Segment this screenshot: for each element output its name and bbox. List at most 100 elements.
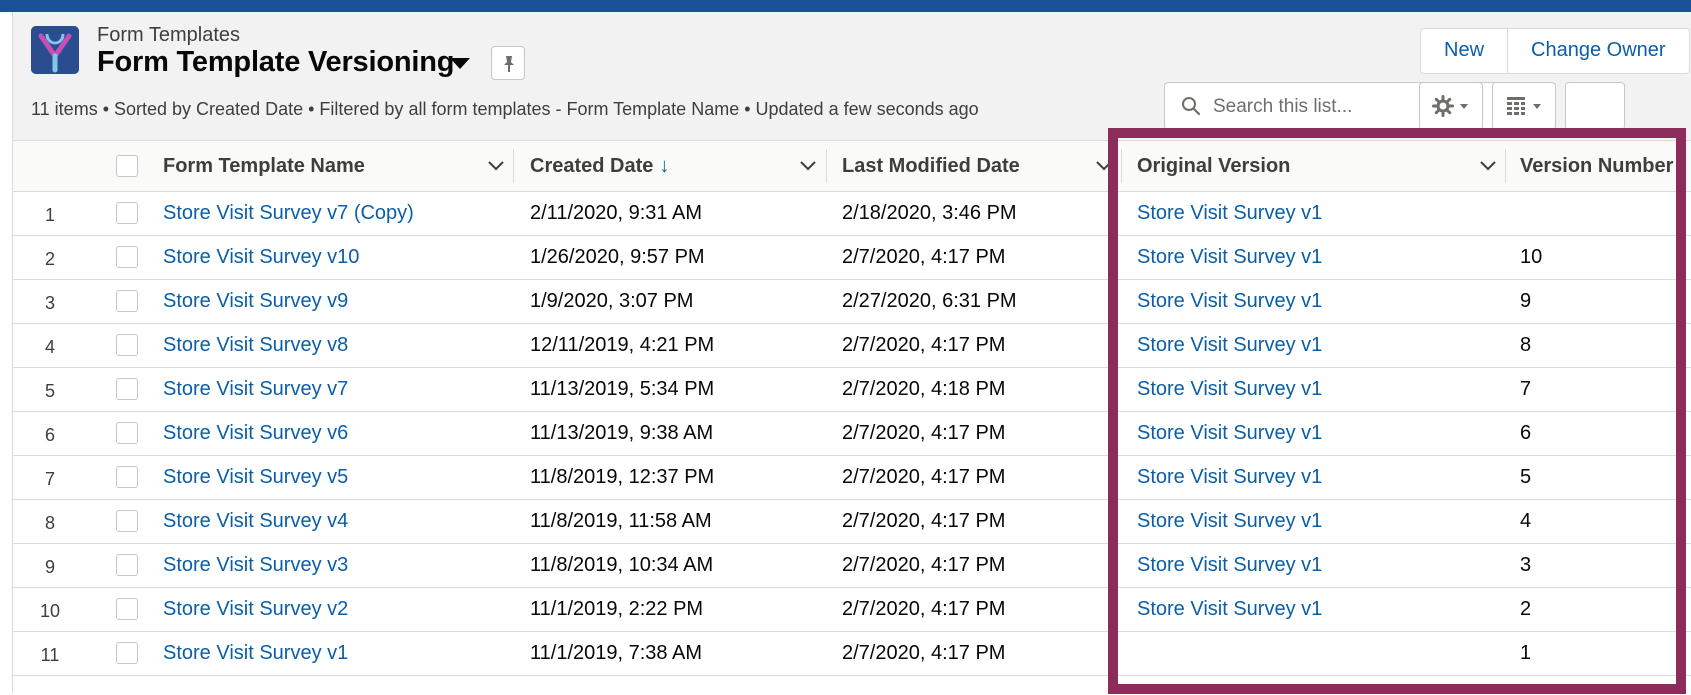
original-version-link[interactable]: Store Visit Survey v1 [1137, 499, 1322, 543]
last-modified-date-cell: 2/7/2020, 4:17 PM [842, 246, 1006, 268]
table-row[interactable]: 4 Store Visit Survey v8 12/11/2019, 4:21 P… [13, 323, 1691, 368]
column-divider[interactable] [826, 149, 827, 183]
row-number: 3 [44, 293, 55, 313]
form-template-name-link[interactable]: Store Visit Survey v8 [163, 323, 348, 367]
row-checkbox[interactable] [116, 334, 138, 356]
original-version-link[interactable]: Store Visit Survey v1 [1137, 411, 1322, 455]
created-date-cell: 11/8/2019, 11:58 AM [530, 510, 712, 532]
version-number-cell: 8 [1520, 334, 1532, 356]
list-view-table: Form Template Name Created Date ↓ Last Mo… [13, 140, 1691, 695]
display-as-button[interactable] [1492, 82, 1556, 130]
column-header-original-version[interactable]: Original Version [1137, 141, 1290, 191]
column-divider[interactable] [513, 149, 514, 183]
original-version-link[interactable]: Store Visit Survey v1 [1137, 543, 1322, 587]
column-header-version-number[interactable]: Version Number [1520, 141, 1673, 191]
version-number-cell: 4 [1520, 510, 1532, 532]
original-version-link[interactable]: Store Visit Survey v1 [1137, 455, 1322, 499]
original-version-link[interactable]: Store Visit Survey v1 [1137, 323, 1322, 367]
sort-descending-icon: ↓ [659, 155, 670, 177]
table-row[interactable]: 3 Store Visit Survey v9 1/9/2020, 3:07 PM 2… [13, 279, 1691, 324]
list-status-line: 11 items • Sorted by Created Date • Filt… [31, 99, 979, 119]
table-row[interactable]: 1 Store Visit Survey v7 (Copy) 2/11/2020, … [13, 191, 1691, 236]
table-icon [1507, 97, 1541, 115]
chevron-down-icon[interactable] [1479, 160, 1497, 172]
refresh-button[interactable] [1565, 82, 1625, 130]
table-row[interactable]: 7 Store Visit Survey v5 11/8/2019, 12:37 P… [13, 455, 1691, 500]
table-row[interactable]: 2 Store Visit Survey v10 1/26/2020, 9:57 P… [13, 235, 1691, 280]
row-number: 9 [44, 557, 55, 577]
last-modified-date-cell: 2/27/2020, 6:31 PM [842, 290, 1017, 312]
last-modified-date-cell: 2/7/2020, 4:17 PM [842, 510, 1006, 532]
row-number: 10 [39, 601, 61, 621]
last-modified-date-cell: 2/7/2020, 4:17 PM [842, 642, 1006, 664]
form-template-name-link[interactable]: Store Visit Survey v7 (Copy) [163, 191, 414, 235]
column-header-created-date[interactable]: Created Date ↓ [530, 141, 669, 191]
column-header-last-modified-date[interactable]: Last Modified Date [842, 141, 1020, 191]
row-number: 2 [44, 249, 55, 269]
column-divider[interactable] [1121, 149, 1122, 183]
change-owner-button[interactable]: Change Owner [1507, 29, 1689, 73]
form-template-name-link[interactable]: Store Visit Survey v5 [163, 455, 348, 499]
last-modified-date-cell: 2/7/2020, 4:17 PM [842, 598, 1006, 620]
last-modified-date-cell: 2/7/2020, 4:17 PM [842, 334, 1006, 356]
form-template-name-link[interactable]: Store Visit Survey v9 [163, 279, 348, 323]
new-button[interactable]: New [1421, 29, 1507, 73]
table-row[interactable]: 9 Store Visit Survey v3 11/8/2019, 10:34 A… [13, 543, 1691, 588]
last-modified-date-cell: 2/7/2020, 4:17 PM [842, 466, 1006, 488]
table-row[interactable]: 8 Store Visit Survey v4 11/8/2019, 11:58 A… [13, 499, 1691, 544]
row-checkbox[interactable] [116, 510, 138, 532]
original-version-link[interactable]: Store Visit Survey v1 [1137, 191, 1322, 235]
row-number: 7 [44, 469, 55, 489]
select-all-checkbox[interactable] [116, 155, 138, 177]
row-checkbox[interactable] [116, 598, 138, 620]
gear-icon [1432, 95, 1468, 117]
version-number-cell: 1 [1520, 642, 1532, 664]
created-date-cell: 12/11/2019, 4:21 PM [530, 334, 715, 356]
column-divider[interactable] [1505, 149, 1506, 183]
last-modified-date-cell: 2/7/2020, 4:17 PM [842, 422, 1006, 444]
chevron-down-icon[interactable] [487, 160, 505, 172]
list-view-frame: Form Templates Form Template Versioning … [12, 12, 1691, 695]
row-checkbox[interactable] [116, 290, 138, 312]
object-label: Form Templates [97, 24, 241, 46]
created-date-cell: 11/8/2019, 10:34 AM [530, 554, 714, 576]
version-number-cell: 3 [1520, 554, 1532, 576]
original-version-link[interactable]: Store Visit Survey v1 [1137, 235, 1322, 279]
created-date-cell: 11/13/2019, 5:34 PM [530, 378, 715, 400]
table-row[interactable]: 11 Store Visit Survey v1 11/1/2019, 7:38 A… [13, 631, 1691, 676]
chevron-down-icon[interactable] [1095, 160, 1113, 172]
original-version-link[interactable]: Store Visit Survey v1 [1137, 279, 1322, 323]
row-checkbox[interactable] [116, 642, 138, 664]
row-checkbox[interactable] [116, 466, 138, 488]
table-row[interactable]: 5 Store Visit Survey v7 11/13/2019, 5:34 P… [13, 367, 1691, 412]
caret-down-icon[interactable] [450, 58, 470, 69]
form-template-name-link[interactable]: Store Visit Survey v3 [163, 543, 348, 587]
row-checkbox[interactable] [116, 554, 138, 576]
form-template-app-icon [31, 26, 79, 74]
chevron-down-icon[interactable] [799, 160, 817, 172]
created-date-cell: 11/1/2019, 7:38 AM [530, 642, 702, 664]
form-template-name-link[interactable]: Store Visit Survey v7 [163, 367, 348, 411]
form-template-name-link[interactable]: Store Visit Survey v10 [163, 235, 359, 279]
row-number: 8 [44, 513, 55, 533]
column-header-name[interactable]: Form Template Name [163, 141, 365, 191]
form-template-name-link[interactable]: Store Visit Survey v4 [163, 499, 348, 543]
original-version-link[interactable]: Store Visit Survey v1 [1137, 367, 1322, 411]
table-row[interactable]: 6 Store Visit Survey v6 11/13/2019, 9:38 A… [13, 411, 1691, 456]
row-checkbox[interactable] [116, 422, 138, 444]
version-number-cell: 10 [1520, 246, 1543, 268]
row-number: 1 [44, 205, 55, 225]
table-header: Form Template Name Created Date ↓ Last Mo… [13, 141, 1691, 192]
pin-icon[interactable] [491, 46, 525, 80]
list-settings-button[interactable] [1419, 82, 1483, 130]
row-checkbox[interactable] [116, 246, 138, 268]
form-template-name-link[interactable]: Store Visit Survey v1 [163, 631, 348, 675]
form-template-name-link[interactable]: Store Visit Survey v6 [163, 411, 348, 455]
row-checkbox[interactable] [116, 378, 138, 400]
form-template-name-link[interactable]: Store Visit Survey v2 [163, 587, 348, 631]
original-version-link[interactable]: Store Visit Survey v1 [1137, 587, 1322, 631]
row-checkbox[interactable] [116, 202, 138, 224]
row-number: 5 [44, 381, 55, 401]
table-row[interactable]: 10 Store Visit Survey v2 11/1/2019, 2:22 P… [13, 587, 1691, 632]
created-date-cell: 2/11/2020, 9:31 AM [530, 202, 702, 224]
